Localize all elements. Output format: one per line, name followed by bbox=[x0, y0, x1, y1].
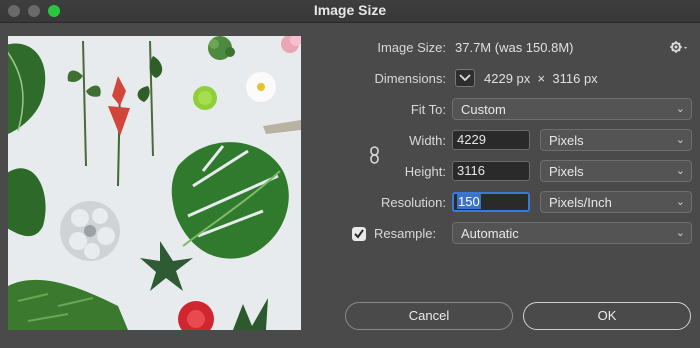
image-size-dialog: Image Size Image Size: 37.7M (was 150.8M… bbox=[0, 0, 700, 348]
resolution-unit-value: Pixels/Inch bbox=[549, 195, 612, 210]
height-unit-select[interactable]: Pixels ⌄ bbox=[540, 160, 692, 182]
dimensions-width: 4229 bbox=[484, 71, 513, 86]
resolution-unit-select[interactable]: Pixels/Inch ⌄ bbox=[540, 191, 692, 213]
ok-button[interactable]: OK bbox=[523, 302, 691, 330]
checkmark-icon bbox=[354, 229, 364, 239]
fit-to-value: Custom bbox=[461, 102, 506, 117]
image-size-value: 37.7M (was 150.8M) bbox=[455, 40, 574, 55]
image-size-label: Image Size: bbox=[377, 40, 446, 55]
height-unit-value: Pixels bbox=[549, 164, 584, 179]
chevron-down-icon bbox=[459, 74, 471, 82]
dimensions-width-unit: px bbox=[516, 71, 531, 86]
chevron-down-icon: ⌄ bbox=[675, 165, 685, 177]
window-title: Image Size bbox=[313, 2, 387, 18]
preview-artwork bbox=[8, 36, 301, 330]
dimensions-toggle[interactable] bbox=[455, 69, 475, 87]
resample-select[interactable]: Automatic ⌄ bbox=[452, 222, 692, 244]
chevron-down-icon: ⌄ bbox=[675, 227, 685, 239]
height-input[interactable]: 3116 bbox=[452, 161, 530, 181]
dimensions-label: Dimensions: bbox=[374, 71, 446, 86]
dimensions-height: 3116 bbox=[552, 71, 581, 86]
width-unit-value: Pixels bbox=[549, 133, 584, 148]
height-label: Height: bbox=[404, 164, 446, 179]
resolution-input[interactable]: 150 bbox=[452, 192, 530, 212]
resolution-label: Resolution: bbox=[380, 195, 446, 210]
width-unit-select[interactable]: Pixels ⌄ bbox=[540, 129, 692, 151]
chevron-down-icon: ⌄ bbox=[675, 196, 685, 208]
fit-to-label: Fit To: bbox=[410, 102, 446, 117]
resample-value: Automatic bbox=[461, 226, 519, 241]
chevron-down-icon: ⌄ bbox=[675, 134, 685, 146]
fit-to-select[interactable]: Custom ⌄ bbox=[452, 98, 692, 120]
resample-checkbox[interactable] bbox=[352, 227, 366, 241]
dimensions-value: 4229 px × 3116 px bbox=[484, 71, 598, 86]
dimensions-height-unit: px bbox=[583, 71, 598, 86]
gear-icon[interactable] bbox=[670, 40, 690, 54]
cancel-button[interactable]: Cancel bbox=[345, 302, 513, 330]
resample-label: Resample: bbox=[374, 226, 437, 241]
width-input[interactable]: 4229 bbox=[452, 130, 530, 150]
resolution-value: 150 bbox=[457, 194, 481, 209]
dimensions-times: × bbox=[537, 71, 546, 86]
width-label: Width: bbox=[409, 133, 446, 148]
chain-link-icon[interactable] bbox=[368, 146, 382, 164]
image-preview[interactable] bbox=[8, 36, 301, 330]
chevron-down-icon: ⌄ bbox=[675, 103, 685, 115]
title-bar: Image Size bbox=[0, 0, 700, 23]
